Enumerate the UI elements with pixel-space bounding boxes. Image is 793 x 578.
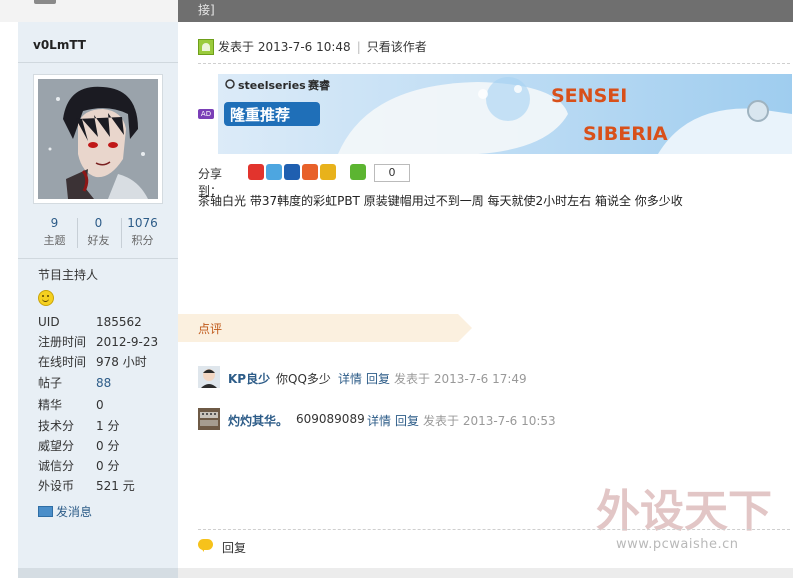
info-key: 技术分: [38, 419, 75, 433]
comments-header: 点评: [178, 314, 472, 342]
info-key: 在线时间: [38, 355, 87, 369]
thread-title-bar: 接]: [178, 0, 793, 22]
plus-icon[interactable]: [350, 164, 366, 180]
posts-count-link[interactable]: 88: [96, 373, 111, 393]
divider: [18, 62, 178, 63]
comment-text: 你QQ多少: [276, 372, 331, 386]
comment-text: 609089089: [296, 412, 365, 426]
renren-icon[interactable]: [284, 164, 300, 180]
divider: [198, 529, 790, 530]
comment-reply-link[interactable]: 回复: [395, 412, 419, 429]
share-count: 0: [374, 164, 410, 182]
author-avatar[interactable]: [33, 74, 163, 204]
info-value: 0: [96, 398, 104, 412]
watermark-site: www.pcwaishe.cn: [616, 537, 739, 552]
stat-friends[interactable]: 0 好友: [77, 214, 120, 250]
info-key: 注册时间: [38, 335, 87, 349]
divider: [18, 258, 178, 259]
comment-timestamp: 发表于 2013-7-6 17:49: [394, 372, 527, 386]
info-key: 帖子: [38, 376, 63, 390]
reply-icon[interactable]: [198, 539, 213, 552]
info-key: 外设币: [38, 479, 75, 493]
info-value: 185562: [96, 315, 142, 329]
author-username[interactable]: v0LmTT: [33, 38, 86, 52]
top-bar: 接]: [0, 0, 793, 22]
qzone-icon[interactable]: [266, 164, 282, 180]
mail-icon: [38, 506, 53, 517]
kaixin-icon[interactable]: [302, 164, 318, 180]
comment-detail-link[interactable]: 详情: [338, 370, 362, 387]
banner-brand: steelseries: [238, 79, 306, 92]
stat-value: 0: [94, 216, 103, 230]
post-meta: 发表于 2013-7-6 10:48 | 只看该作者: [218, 40, 427, 54]
top-bar-left: [0, 0, 178, 22]
send-message-link[interactable]: 发消息: [38, 503, 92, 520]
online-status-icon: [198, 39, 214, 55]
comments-title: 点评: [198, 322, 223, 336]
banner-product-sensei: SENSEI: [551, 85, 627, 107]
stat-value: 9: [50, 216, 59, 230]
weibo-icon[interactable]: [248, 164, 264, 180]
info-key: 诚信分: [38, 459, 75, 473]
thread-title-fragment: 接]: [198, 3, 215, 17]
stat-label: 好友: [87, 234, 110, 247]
info-key: 威望分: [38, 439, 75, 453]
comment-reply-link[interactable]: 回复: [366, 370, 390, 387]
site-logo-icon: [34, 0, 56, 4]
comment-username[interactable]: KP良少: [228, 370, 270, 387]
info-key: 精华: [38, 398, 63, 412]
post-body-text: 茶轴白光 带37韩度的彩虹PBT 原装键帽用过不到一周 每天就使2小时左右 箱说…: [198, 194, 683, 208]
stat-label: 积分: [131, 234, 154, 247]
stat-threads[interactable]: 9 主题: [33, 214, 76, 250]
author-only-link[interactable]: 只看该作者: [367, 40, 427, 54]
commenter-avatar[interactable]: [198, 366, 220, 388]
commenter-avatar[interactable]: [198, 408, 220, 430]
info-value: 2012-9-23: [96, 335, 159, 349]
reply-button[interactable]: 回复: [222, 539, 246, 556]
info-key: UID: [38, 315, 60, 329]
sidebar-footer: [18, 568, 178, 578]
banner-slogan: 隆重推荐: [230, 106, 290, 124]
douban-icon[interactable]: [320, 164, 336, 180]
info-value: 521 元: [96, 479, 135, 493]
author-rank: 节目主持人: [38, 268, 99, 282]
stat-label: 主题: [43, 234, 66, 247]
ad-badge: AD: [198, 109, 214, 119]
comment-username[interactable]: 灼灼其华。: [228, 412, 288, 429]
smiley-icon: [38, 290, 54, 306]
steelseries-ad-banner[interactable]: steelseries 赛睿 隆重推荐 SENSEI SIBERIA: [218, 74, 792, 154]
banner-brand-cn: 赛睿: [307, 78, 331, 92]
banner-product-siberia: SIBERIA: [583, 123, 668, 145]
stat-value: 1076: [127, 216, 158, 230]
info-value: 0 分: [96, 459, 120, 473]
info-value: 0 分: [96, 439, 120, 453]
post-timestamp: 发表于 2013-7-6 10:48: [218, 40, 351, 54]
comment-timestamp: 发表于 2013-7-6 10:53: [423, 414, 556, 428]
avatar-image: [38, 79, 158, 199]
author-stats: 9 主题 0 好友 1076 积分: [33, 214, 163, 254]
comment-detail-link[interactable]: 详情: [367, 412, 391, 429]
info-value: 1 分: [96, 419, 120, 433]
stat-points[interactable]: 1076 积分: [121, 214, 164, 250]
divider: [198, 63, 790, 64]
send-message-label: 发消息: [56, 505, 93, 519]
post-footer-bar: [178, 568, 793, 578]
info-value: 978 小时: [96, 355, 147, 369]
